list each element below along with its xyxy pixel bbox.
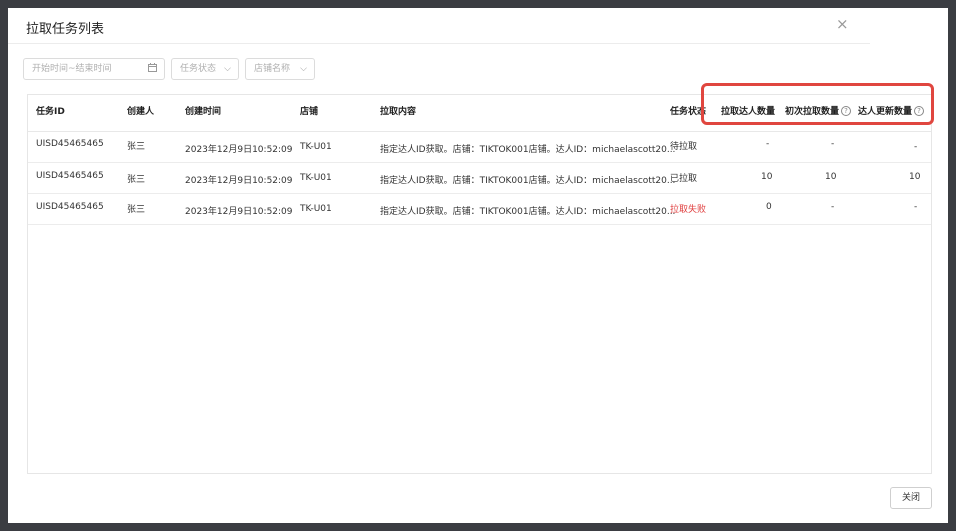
cell-created-at: 2023年12月9日10:52:09 [185, 207, 293, 217]
cell-content: 指定达人ID获取。店铺：TIKTOK001店铺。达人ID：michaelasco… [380, 176, 676, 186]
close-icon[interactable]: × [836, 16, 849, 32]
cell-pulled-count: - [766, 139, 770, 149]
table-header: 任务ID 创建人 创建时间 店铺 拉取内容 任务状态 拉取达人数量 初次拉取数量… [28, 95, 931, 132]
cell-updated-count: - [914, 142, 918, 152]
cell-first-pull-count: - [831, 139, 835, 149]
table-row: UISD45465465 张三 2023年12月9日10:52:09 TK-U0… [28, 131, 931, 163]
dialog-title: 拉取任务列表 [26, 22, 105, 37]
header-creator: 创建人 [127, 107, 155, 117]
cell-creator: 张三 [127, 175, 146, 185]
cell-shop: TK-U01 [300, 173, 332, 183]
header-first-pull-count: 初次拉取数量? [785, 104, 852, 117]
header-status: 任务状态 [670, 107, 707, 117]
cell-task-id: UISD45465465 [36, 202, 104, 212]
header-created-at: 创建时间 [185, 107, 222, 117]
cell-updated-count: 10 [909, 172, 921, 182]
cell-status: 待拉取 [670, 142, 698, 152]
header-task-id: 任务ID [36, 107, 65, 117]
cell-created-at: 2023年12月9日10:52:09 [185, 145, 293, 155]
question-circle-icon[interactable]: ? [914, 106, 925, 116]
header-shop: 店铺 [300, 107, 319, 117]
cell-first-pull-count: - [831, 202, 835, 212]
cell-task-id: UISD45465465 [36, 171, 104, 181]
cell-first-pull-count: 10 [825, 172, 837, 182]
cell-task-id: UISD45465465 [36, 139, 104, 149]
calendar-icon [148, 59, 157, 79]
header-content: 拉取内容 [380, 107, 417, 117]
date-range-picker[interactable]: 开始时间~结束时间 [23, 58, 165, 80]
status-select[interactable]: 任务状态 ⌵ [171, 58, 239, 80]
question-circle-icon[interactable]: ? [841, 106, 852, 116]
header-updated-count: 达人更新数量? [858, 104, 925, 117]
cell-content: 指定达人ID获取。店铺：TIKTOK001店铺。达人ID：michaelasco… [380, 145, 676, 155]
cell-content: 指定达人ID获取。店铺：TIKTOK001店铺。达人ID：michaelasco… [380, 207, 676, 217]
close-button[interactable]: 关闭 [890, 487, 932, 509]
table-row: UISD45465465 张三 2023年12月9日10:52:09 TK-U0… [28, 193, 931, 225]
header-first-pull-label: 初次拉取数量 [785, 107, 840, 117]
task-table: 任务ID 创建人 创建时间 店铺 拉取内容 任务状态 拉取达人数量 初次拉取数量… [27, 94, 932, 474]
header-pulled-count: 拉取达人数量 [721, 107, 776, 117]
title-divider [8, 43, 870, 44]
cell-pulled-count: 10 [761, 172, 773, 182]
cell-creator: 张三 [127, 205, 146, 215]
chevron-down-icon: ⌵ [300, 64, 307, 74]
cell-status: 已拉取 [670, 174, 698, 184]
cell-pulled-count: 0 [766, 202, 772, 212]
shop-placeholder: 店铺名称 [254, 64, 291, 74]
task-list-dialog: 拉取任务列表 × 开始时间~结束时间 任务状态 ⌵ 店铺名称 ⌵ 任务ID 创建… [8, 8, 948, 523]
cell-updated-count: - [914, 202, 918, 212]
cell-status: 拉取失败 [670, 205, 707, 215]
chevron-down-icon: ⌵ [224, 64, 231, 74]
cell-shop: TK-U01 [300, 142, 332, 152]
cell-shop: TK-U01 [300, 204, 332, 214]
status-placeholder: 任务状态 [180, 64, 217, 74]
cell-creator: 张三 [127, 142, 146, 152]
shop-select[interactable]: 店铺名称 ⌵ [245, 58, 315, 80]
table-row: UISD45465465 张三 2023年12月9日10:52:09 TK-U0… [28, 162, 931, 194]
date-range-placeholder: 开始时间~结束时间 [32, 64, 112, 74]
header-updated-label: 达人更新数量 [858, 107, 913, 117]
cell-created-at: 2023年12月9日10:52:09 [185, 176, 293, 186]
